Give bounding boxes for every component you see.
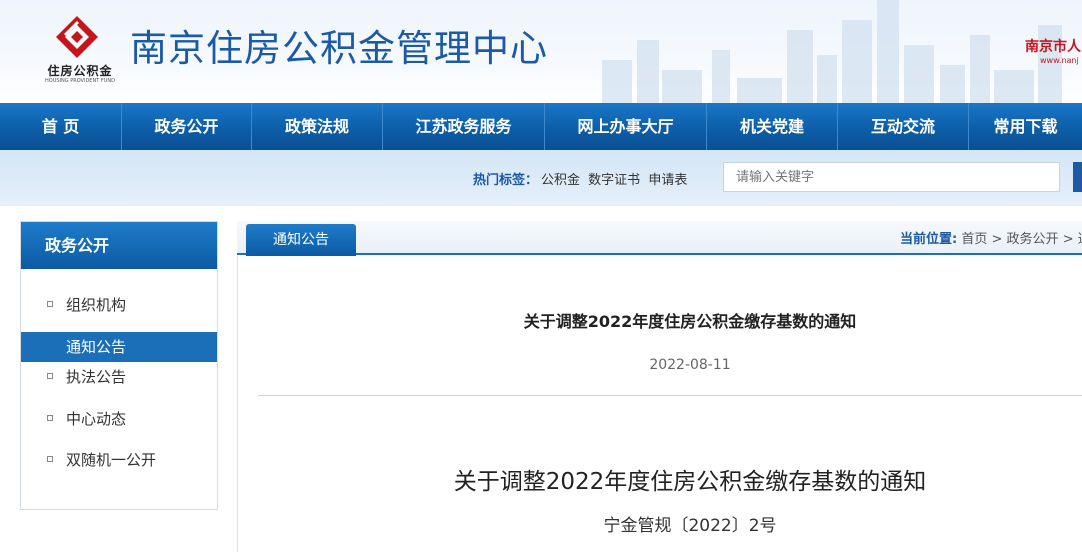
hot-tag[interactable]: 申请表 [648,173,687,188]
breadcrumb-separator: > [1062,232,1074,247]
nav-item-interaction[interactable]: 互动交流 [838,103,969,150]
hot-tags-label: 热门标签： [473,173,539,188]
search-input[interactable] [723,162,1060,192]
sidebar-item-random-inspection[interactable]: 双随机一公开 [21,445,217,475]
nav-item-party-building[interactable]: 机关党建 [707,103,838,150]
city-portal-link[interactable]: 南京市人 [1025,36,1081,56]
sidebar-item-notices[interactable]: 通知公告 [21,332,217,362]
site-logo[interactable]: 住房公积金 HOUSING PROVIDENT FUND [44,14,116,86]
sidebar-item-enforcement[interactable]: 执法公告 [21,362,217,392]
breadcrumb-section[interactable]: 政务公开 [1007,232,1059,247]
sidebar-title: 政务公开 [21,222,217,269]
nav-item-home[interactable]: 首 页 [0,103,122,150]
city-portal-url[interactable]: www.nanj [1040,56,1079,65]
breadcrumb: 当前位置: 首页 > 政务公开 > 通 [900,228,1082,247]
site-header: 住房公积金 HOUSING PROVIDENT FUND 南京住房公积金管理中心… [0,0,1082,103]
main-nav: 首 页 政务公开 政策法规 江苏政务服务 网上办事大厅 机关党建 互动交流 常用… [0,103,1082,150]
bullet-icon [47,301,53,307]
sidebar-item-organization[interactable]: 组织机构 [21,290,217,320]
site-title: 南京住房公积金管理中心 [130,27,548,70]
nav-item-jiangsu-services[interactable]: 江苏政务服务 [383,103,545,150]
bullet-icon [47,456,53,462]
housing-fund-logo-icon [56,16,98,58]
hot-tags: 公积金 数字证书 申请表 [541,169,691,188]
sidebar-item-label: 组织机构 [66,296,127,314]
city-skyline-decoration [602,0,1062,103]
article-date: 2022-08-11 [649,357,731,373]
sidebar-item-label: 双随机一公开 [66,451,157,469]
tab-notices[interactable]: 通知公告 [246,224,356,256]
bullet-icon [47,373,53,379]
breadcrumb-label: 当前位置: [900,232,958,247]
nav-item-downloads[interactable]: 常用下载 [969,103,1082,150]
search-button[interactable] [1073,162,1082,192]
article-body-title: 关于调整2022年度住房公积金缴存基数的通知 [453,469,927,495]
article-title: 关于调整2022年度住房公积金缴存基数的通知 [523,312,857,331]
sidebar-item-label: 通知公告 [66,338,127,356]
sidebar-item-label: 执法公告 [66,368,127,386]
sidebar: 政务公开 组织机构 通知公告 执法公告 中心动态 双随机一公开 [20,221,218,510]
nav-item-policies[interactable]: 政策法规 [252,103,383,150]
article-doc-number: 宁金管规〔2022〕2号 [603,516,777,536]
content-border [237,255,238,552]
nav-item-government-affairs[interactable]: 政务公开 [122,103,252,150]
sidebar-item-news[interactable]: 中心动态 [21,404,217,434]
nav-item-online-hall[interactable]: 网上办事大厅 [545,103,707,150]
article-divider [258,395,1082,396]
hot-tag[interactable]: 数字证书 [588,173,640,188]
hot-tag[interactable]: 公积金 [541,173,580,188]
logo-subtext: HOUSING PROVIDENT FUND [45,78,115,84]
bullet-icon [47,415,53,421]
logo-text: 住房公积金 [47,64,113,78]
breadcrumb-home[interactable]: 首页 [961,232,987,247]
breadcrumb-separator: > [991,232,1003,247]
breadcrumb-current[interactable]: 通 [1078,232,1082,247]
sidebar-item-label: 中心动态 [66,410,127,428]
